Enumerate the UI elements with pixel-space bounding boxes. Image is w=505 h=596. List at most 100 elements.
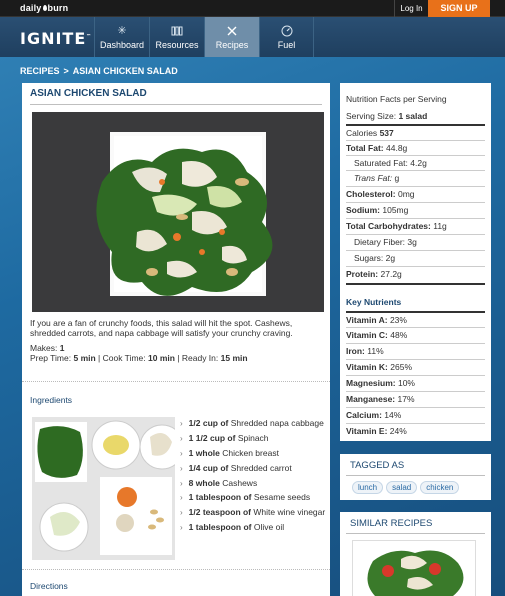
gauge-icon <box>281 25 293 37</box>
nutrient-label: Vitamin K: <box>346 362 388 372</box>
key-nutrient-row: Vitamin K: 265% <box>346 359 485 374</box>
login-link[interactable]: Log In <box>394 0 428 17</box>
tab-fuel-label: Fuel <box>277 40 296 50</box>
chevron-right-icon: › <box>180 463 183 473</box>
nutrient-value: 48% <box>390 330 408 340</box>
ingredient-qty: 1/4 cup of <box>188 462 229 473</box>
nutrition-row: Sugars: 2g <box>346 250 485 265</box>
nutrient-value: 105mg <box>382 205 409 215</box>
recipe-times: Prep Time: 5 min | Cook Time: 10 min | R… <box>30 353 248 363</box>
divider <box>30 104 322 105</box>
nutrient-label: Calories <box>346 128 378 138</box>
tag-lunch[interactable]: lunch <box>352 481 384 494</box>
nutrient-value: 537 <box>379 128 394 138</box>
recipe-description: If you are a fan of crunchy foods, this … <box>30 318 293 338</box>
list-item: › 1 whole Chicken breast <box>180 446 330 461</box>
nutrient-value: 0mg <box>397 189 415 199</box>
nutrition-row: Saturated Fat: 4.2g <box>346 155 485 170</box>
tag-chicken[interactable]: chicken <box>420 481 460 494</box>
list-item: › 1/2 cup of Shredded napa cabbage <box>180 416 330 431</box>
dailyburn-logo[interactable]: daily burn <box>20 3 68 13</box>
signup-button[interactable]: SIGN UP <box>428 0 490 17</box>
nutrient-value: 4.2g <box>410 158 427 168</box>
divider <box>22 381 330 382</box>
top-bar: daily burn Log In SIGN UP <box>0 0 505 17</box>
nutrient-value: g <box>394 173 400 183</box>
nutrient-label: Sodium: <box>346 205 380 215</box>
breadcrumb: RECIPES > ASIAN CHICKEN SALAD <box>20 66 178 76</box>
chevron-right-icon: › <box>180 493 183 503</box>
serving-label: Serving Size: <box>346 111 397 121</box>
app-header: IGNITE™ ✳ Dashboard Resources Recipes Fu… <box>0 17 505 57</box>
list-item: › 1/4 cup of Shredded carrot <box>180 461 330 476</box>
nutrient-label: Magnesium: <box>346 378 396 388</box>
books-icon <box>171 25 183 37</box>
nutrient-value: 2g <box>385 253 396 263</box>
chevron-right-icon: › <box>180 419 183 428</box>
breadcrumb-recipes-link[interactable]: RECIPES <box>20 66 60 76</box>
tagged-as-title: TAGGED AS <box>350 460 405 471</box>
tab-recipes-label: Recipes <box>215 40 249 50</box>
list-item: › 8 whole Cashews <box>180 476 330 491</box>
nutrient-value: 24% <box>389 426 407 436</box>
ingredient-item: Sesame seeds <box>253 492 311 503</box>
makes-value: 1 <box>59 343 65 353</box>
ingredient-qty: 1 whole <box>188 447 220 458</box>
tab-dashboard[interactable]: ✳ Dashboard <box>94 17 149 57</box>
nutrient-label: Vitamin E: <box>346 426 388 436</box>
key-nutrient-row: Manganese: 17% <box>346 391 485 406</box>
logo-text: IGNITE <box>20 29 87 48</box>
ingredient-qty: 1/2 cup of <box>188 418 229 428</box>
ingredient-item: Cashews <box>222 477 258 488</box>
nutrient-label: Total Carbohydrates: <box>346 221 431 231</box>
nutrition-title: Nutrition Facts per Serving <box>346 94 447 104</box>
list-item: › 1 tablespoon of Sesame seeds <box>180 490 330 505</box>
flame-icon <box>42 5 47 11</box>
list-item: › 1 tablespoon of Olive oil <box>180 520 330 535</box>
nutrition-row: Total Fat: 44.8g <box>346 140 485 155</box>
nutrient-label: Sugars: <box>354 253 384 263</box>
key-nutrient-row: Iron: 11% <box>346 343 485 358</box>
similar-recipes-title: SIMILAR RECIPES <box>350 518 433 529</box>
nutrient-label: Manganese: <box>346 394 396 404</box>
recipe-title: ASIAN CHICKEN SALAD <box>30 88 147 99</box>
tag-salad[interactable]: salad <box>386 481 418 494</box>
nutrient-value: 11% <box>367 346 384 356</box>
tab-recipes[interactable]: Recipes <box>204 17 259 57</box>
divider <box>346 475 485 476</box>
sun-burst-icon: ✳ <box>117 25 127 37</box>
ingredient-item: White wine vinegar <box>253 507 326 518</box>
chevron-right-icon: › <box>180 523 183 533</box>
nutrient-value: 17% <box>397 394 415 404</box>
fork-knife-icon <box>226 25 238 37</box>
prep-value: 5 min <box>73 353 96 363</box>
ingredient-item: Shredded napa cabbage <box>230 418 324 428</box>
nutrient-value: 265% <box>390 362 413 372</box>
ingredient-item: Shredded carrot <box>230 462 292 473</box>
nutrition-row: Sodium: 105mg <box>346 202 485 217</box>
brand-text-burn: burn <box>47 3 69 13</box>
divider <box>346 533 485 534</box>
serving-size-row: Serving Size: 1 salad <box>346 109 485 124</box>
nutrient-label: Protein: <box>346 269 379 279</box>
nutrition-row: Cholesterol: 0mg <box>346 186 485 201</box>
ingredient-qty: 1/2 teaspoon of <box>188 507 252 518</box>
nutrient-value: 10% <box>397 378 415 388</box>
ingredient-list: › 1/2 cup of Shredded napa cabbage › 1 1/2… <box>180 416 330 535</box>
key-nutrient-row: Vitamin C: 48% <box>346 327 485 342</box>
nutrient-label: Dietary Fiber: <box>354 237 406 247</box>
tab-fuel[interactable]: Fuel <box>259 17 314 57</box>
ingredient-qty: 1 tablespoon of <box>188 522 252 533</box>
divider <box>346 283 485 285</box>
ignite-logo[interactable]: IGNITE™ <box>20 29 92 48</box>
list-item: › 1 1/2 cup of Spinach <box>180 431 330 446</box>
ingredient-item: Spinach <box>237 432 269 443</box>
nutrition-row: Dietary Fiber: 3g <box>346 234 485 249</box>
ingredient-qty: 1 tablespoon of <box>188 492 252 503</box>
list-item: › 1/2 teaspoon of White wine vinegar <box>180 505 330 520</box>
ingredient-item: Chicken breast <box>222 447 279 458</box>
similar-recipe-thumbnail[interactable] <box>352 540 476 596</box>
tab-resources[interactable]: Resources <box>149 17 204 57</box>
key-nutrient-row: Calcium: 14% <box>346 407 485 422</box>
nutrient-value: 14% <box>384 410 402 420</box>
